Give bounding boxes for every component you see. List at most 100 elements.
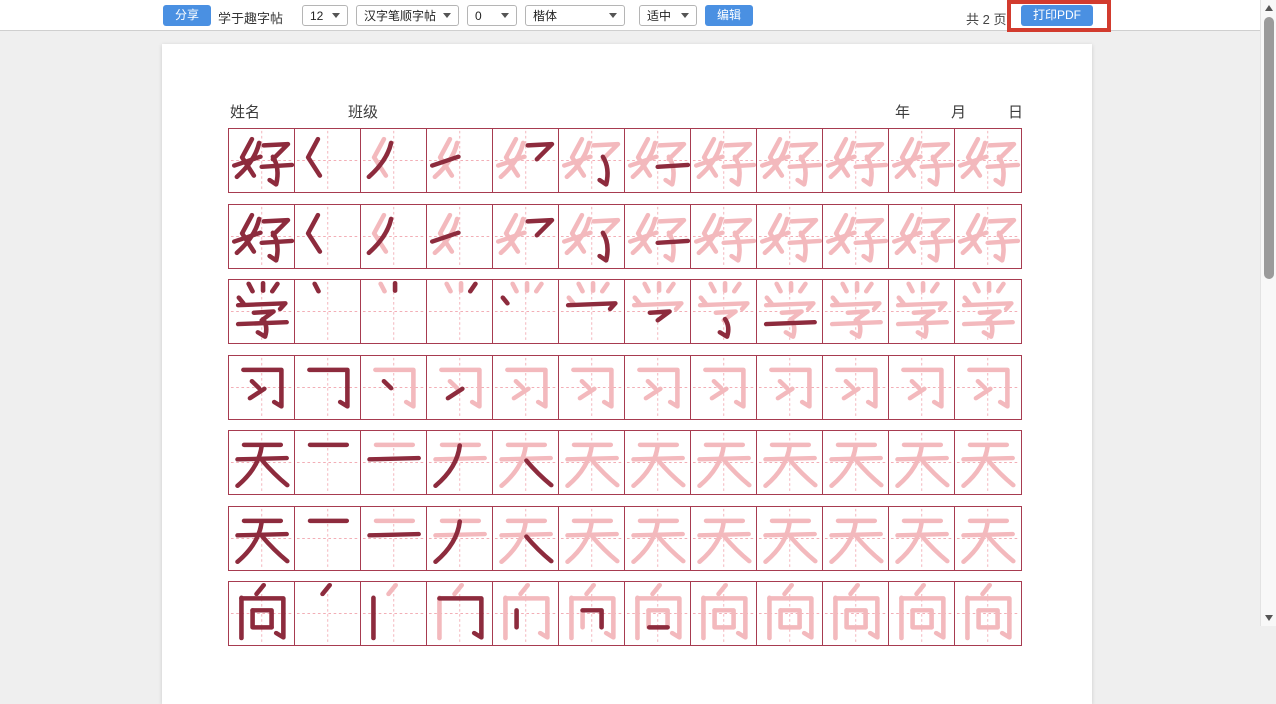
grid-cell (822, 430, 890, 495)
grid-cell (492, 279, 560, 344)
grid-cell (954, 204, 1022, 269)
grid-cell (294, 279, 362, 344)
name-label: 姓名 (230, 101, 260, 122)
grid-row (228, 355, 1022, 420)
grid-cell (888, 204, 956, 269)
grid-cell (690, 430, 758, 495)
grid-cell (822, 204, 890, 269)
chevron-down-icon (501, 13, 509, 18)
grid-cell (558, 355, 626, 420)
grid-cell (624, 430, 692, 495)
practice-grid (228, 128, 1022, 657)
grid-cell (624, 279, 692, 344)
grid-cell (888, 279, 956, 344)
brand-title: 学于趣字帖 (218, 8, 283, 29)
grid-cell (690, 506, 758, 571)
scrollbar[interactable] (1260, 0, 1276, 626)
grid-cell (558, 430, 626, 495)
grid-cell (756, 128, 824, 193)
canvas-area: 姓名 班级 年 月 日 (0, 31, 1260, 626)
grid-cell (888, 430, 956, 495)
grid-cell (492, 430, 560, 495)
grid-cell (822, 355, 890, 420)
share-button[interactable]: 分享 (163, 5, 211, 26)
grid-cell (360, 581, 428, 646)
grid-cell (294, 355, 362, 420)
grid-cell (558, 581, 626, 646)
grid-cell (228, 204, 296, 269)
grid-cell (294, 430, 362, 495)
offset-select[interactable]: 0 (467, 5, 517, 26)
font-value: 楷体 (533, 7, 557, 24)
grid-cell (756, 581, 824, 646)
grid-cell (558, 128, 626, 193)
grid-cell (558, 506, 626, 571)
scrollbar-thumb[interactable] (1264, 17, 1274, 279)
grid-cell (294, 204, 362, 269)
toolbar: 分享 学于趣字帖 12 汉字笔顺字帖 0 楷体 适中 编辑 共 2 页 打印PD… (0, 0, 1276, 31)
grid-cell (888, 128, 956, 193)
grid-cell (360, 506, 428, 571)
edit-button[interactable]: 编辑 (705, 5, 753, 26)
grid-cell (756, 506, 824, 571)
grid-cell (294, 581, 362, 646)
grid-cell (822, 279, 890, 344)
grid-cell (426, 581, 494, 646)
grid-cell (558, 279, 626, 344)
print-pdf-button[interactable]: 打印PDF (1021, 5, 1093, 26)
grid-cell (624, 128, 692, 193)
grid-row (228, 506, 1022, 571)
grid-cell (426, 279, 494, 344)
grid-row (228, 204, 1022, 269)
grid-cell (492, 581, 560, 646)
grid-cell (822, 128, 890, 193)
layout-select[interactable]: 适中 (639, 5, 697, 26)
grid-cell (822, 506, 890, 571)
grid-cell (888, 581, 956, 646)
grid-cell (228, 430, 296, 495)
grid-cell (294, 128, 362, 193)
grid-cell (426, 128, 494, 193)
grid-cell (492, 128, 560, 193)
grid-cell (360, 279, 428, 344)
chevron-down-icon (332, 13, 340, 18)
grid-cell (690, 204, 758, 269)
grid-cell (426, 430, 494, 495)
grid-cell (624, 506, 692, 571)
grid-cell (756, 430, 824, 495)
grid-row (228, 279, 1022, 344)
scroll-up-arrow-icon[interactable] (1265, 5, 1273, 11)
grid-cell (690, 128, 758, 193)
grid-cell (228, 506, 296, 571)
grid-cell (492, 204, 560, 269)
grid-cell (888, 355, 956, 420)
grid-row (228, 430, 1022, 495)
day-label: 日 (1008, 101, 1023, 122)
offset-value: 0 (475, 9, 482, 23)
grid-cell (426, 506, 494, 571)
grid-cell (492, 506, 560, 571)
grid-cell (756, 279, 824, 344)
scroll-down-arrow-icon[interactable] (1265, 615, 1273, 621)
chevron-down-icon (443, 13, 451, 18)
grid-cell (954, 279, 1022, 344)
grid-cell (228, 355, 296, 420)
grid-cell (492, 355, 560, 420)
grid-cell (954, 430, 1022, 495)
grid-cell (360, 128, 428, 193)
font-select[interactable]: 楷体 (525, 5, 625, 26)
grid-cell (954, 355, 1022, 420)
template-select[interactable]: 汉字笔顺字帖 (356, 5, 459, 26)
grid-cell (690, 355, 758, 420)
grid-cell (360, 355, 428, 420)
worksheet-page: 姓名 班级 年 月 日 (162, 44, 1092, 704)
grid-row (228, 581, 1022, 646)
grid-cell (360, 430, 428, 495)
month-label: 月 (951, 101, 966, 122)
grid-cell (228, 128, 296, 193)
grid-cell (360, 204, 428, 269)
font-size-select[interactable]: 12 (302, 5, 348, 26)
grid-cell (426, 204, 494, 269)
grid-cell (228, 279, 296, 344)
year-label: 年 (895, 101, 910, 122)
